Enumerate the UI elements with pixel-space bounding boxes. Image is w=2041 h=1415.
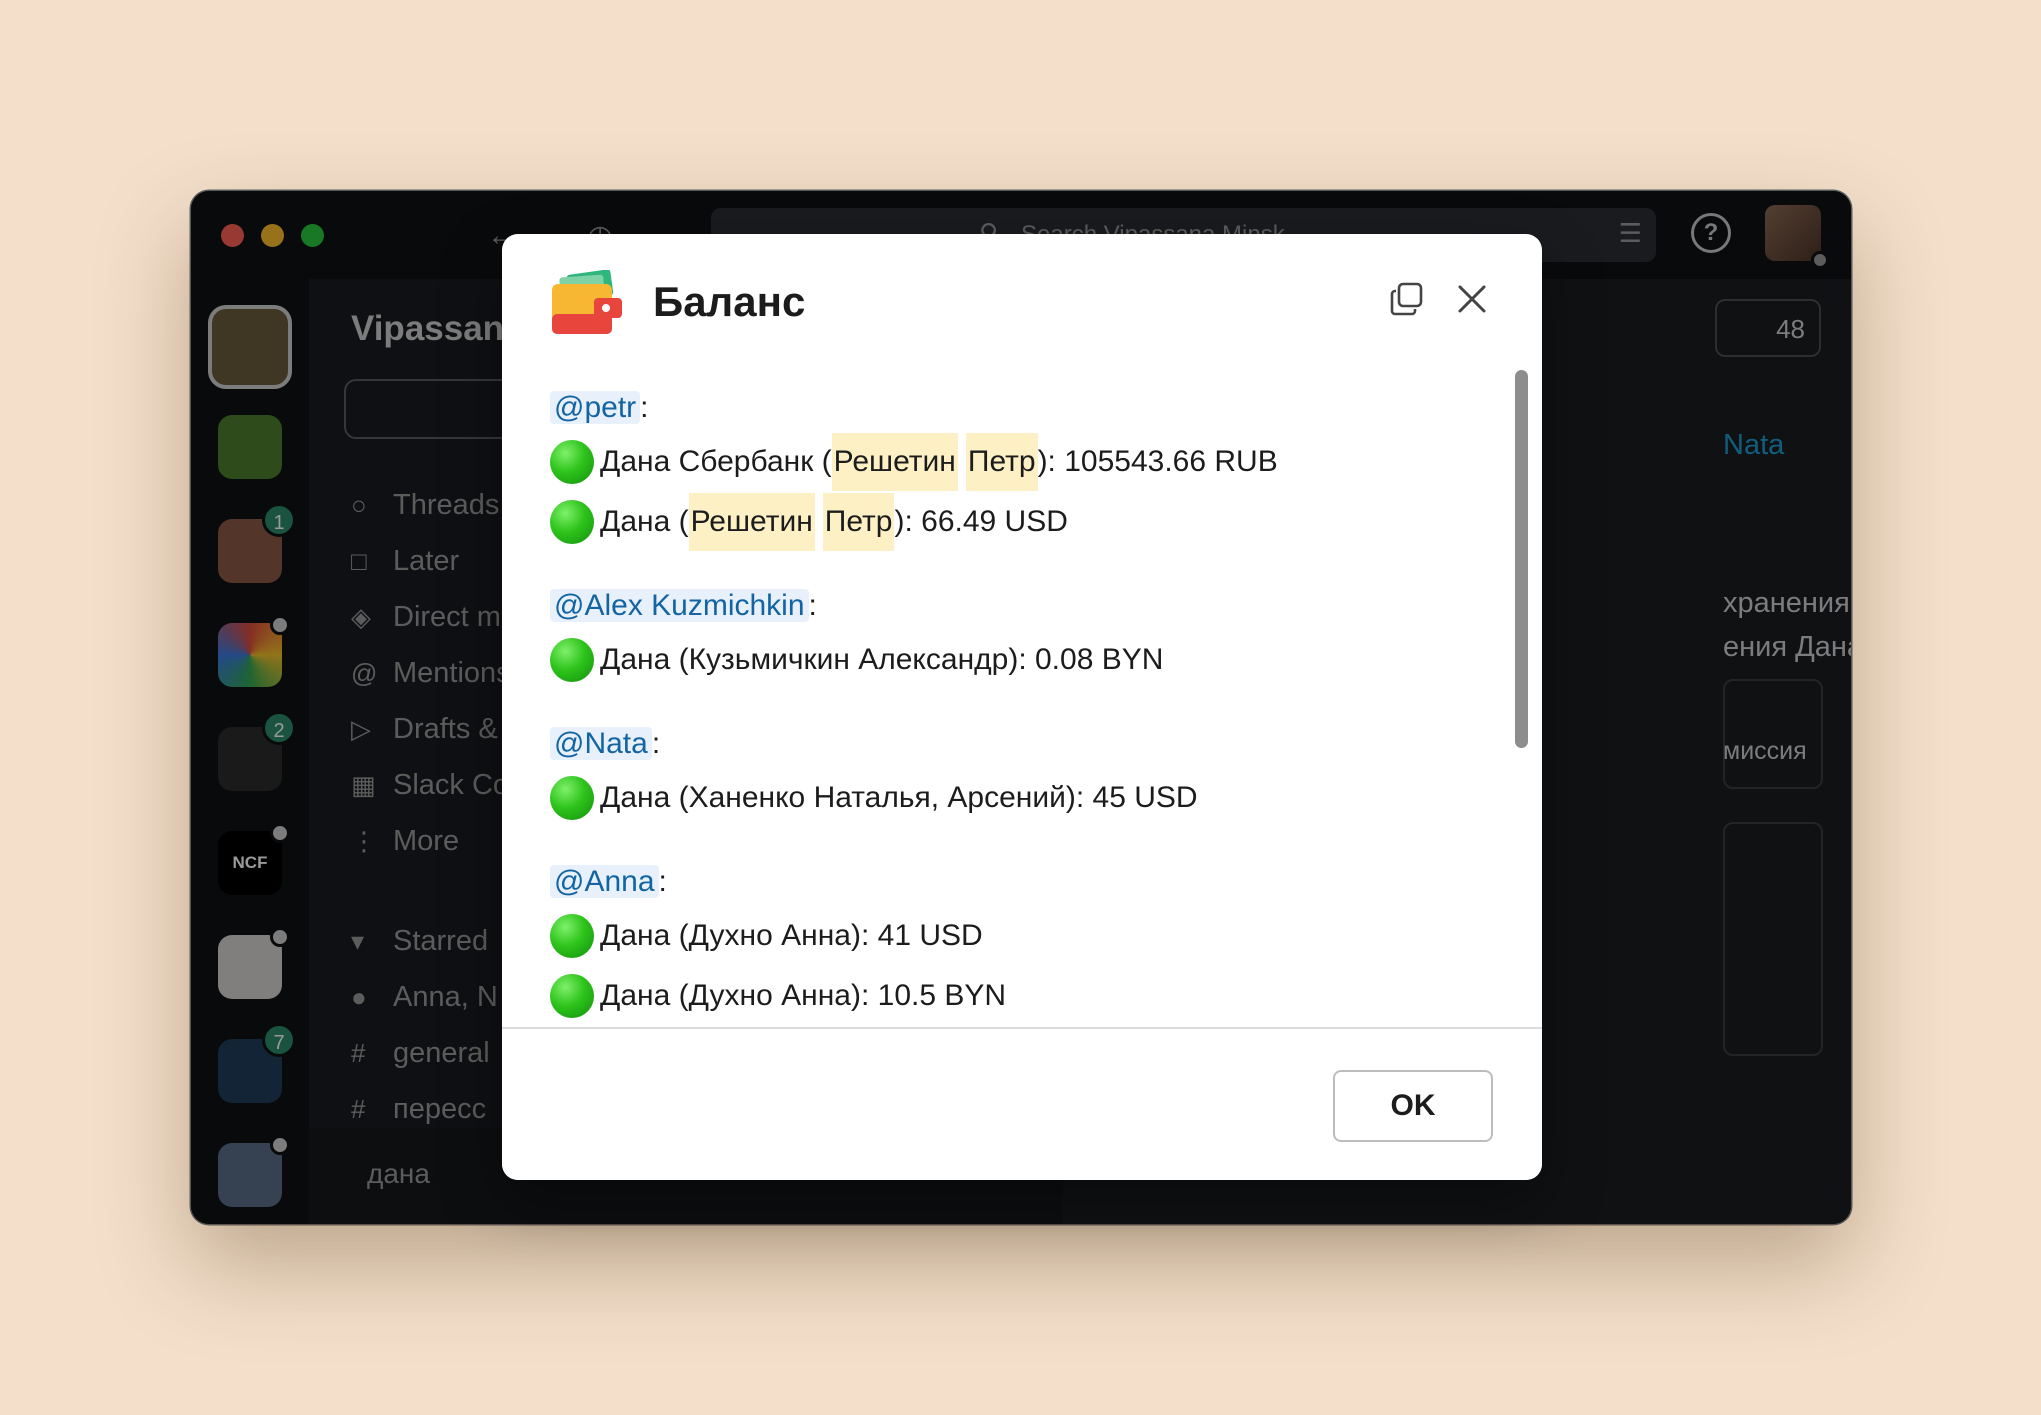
user-mention[interactable]: @petr (550, 391, 641, 424)
modal-header: Баланс (502, 234, 1542, 364)
balance-modal: Баланс @petr: Дана Сбербанк (Решетин Петр… (502, 234, 1542, 1180)
entry-text: Дана (Кузьмичкин Александр): 0.08 BYN (600, 643, 1164, 676)
modal-scrollbar[interactable] (1515, 370, 1528, 748)
balance-entry: Дана (Решетин Петр): 66.49 USD (550, 492, 1510, 552)
green-circle-icon (550, 776, 594, 820)
mention-line: @petr: (550, 384, 1510, 432)
mention-line: @Anna: (550, 858, 1510, 906)
entry-text: Дана (Ханенко Наталья, Арсений): 45 USD (600, 781, 1198, 814)
green-circle-icon (550, 974, 594, 1018)
mention-line: @Alex Kuzmichkin: (550, 582, 1510, 630)
copy-icon[interactable] (1390, 282, 1424, 316)
wallet-icon (552, 270, 622, 334)
entry-text: Дана (Духно Анна): 10.5 BYN (600, 979, 1007, 1012)
balance-entry: Дана (Духно Анна): 41 USD (550, 906, 1510, 966)
green-circle-icon (550, 500, 594, 544)
balance-entry: Дана (Ханенко Наталья, Арсений): 45 USD (550, 768, 1510, 828)
balance-group: @petr: Дана Сбербанк (Решетин Петр): 1055… (550, 384, 1510, 552)
balance-entry: Дана (Духно Анна): 10.5 BYN (550, 966, 1510, 1026)
balance-group: @Anna: Дана (Духно Анна): 41 USD Дана (Д… (550, 858, 1510, 1026)
highlight-word: Решетин (831, 433, 958, 491)
green-circle-icon (550, 638, 594, 682)
balance-group: @Alex Kuzmichkin: Дана (Кузьмичкин Алекс… (550, 582, 1510, 690)
balance-entry: Дана Сбербанк (Решетин Петр): 105543.66 R… (550, 432, 1510, 492)
green-circle-icon (550, 440, 594, 484)
green-circle-icon (550, 914, 594, 958)
user-mention[interactable]: @Anna (550, 865, 659, 898)
highlight-word: Решетин (688, 493, 815, 551)
entry-suffix: ): 66.49 USD (894, 505, 1068, 538)
balance-entry: Дана (Кузьмичкин Александр): 0.08 BYN (550, 630, 1510, 690)
modal-footer: OK (502, 1027, 1542, 1180)
modal-title: Баланс (653, 278, 806, 325)
entry-prefix: Дана Сбербанк ( (600, 445, 832, 478)
entry-prefix: Дана ( (600, 505, 689, 538)
entry-suffix: ): 105543.66 RUB (1037, 445, 1278, 478)
ok-button[interactable]: OK (1333, 1070, 1493, 1142)
close-icon[interactable] (1455, 282, 1489, 316)
balance-group: @Nata: Дана (Ханенко Наталья, Арсений): … (550, 720, 1510, 828)
highlight-word: Петр (822, 493, 895, 551)
highlight-word: Петр (965, 433, 1038, 491)
mention-line: @Nata: (550, 720, 1510, 768)
entry-text: Дана (Духно Анна): 41 USD (600, 919, 983, 952)
user-mention[interactable]: @Nata (550, 727, 652, 760)
user-mention[interactable]: @Alex Kuzmichkin (550, 589, 809, 622)
